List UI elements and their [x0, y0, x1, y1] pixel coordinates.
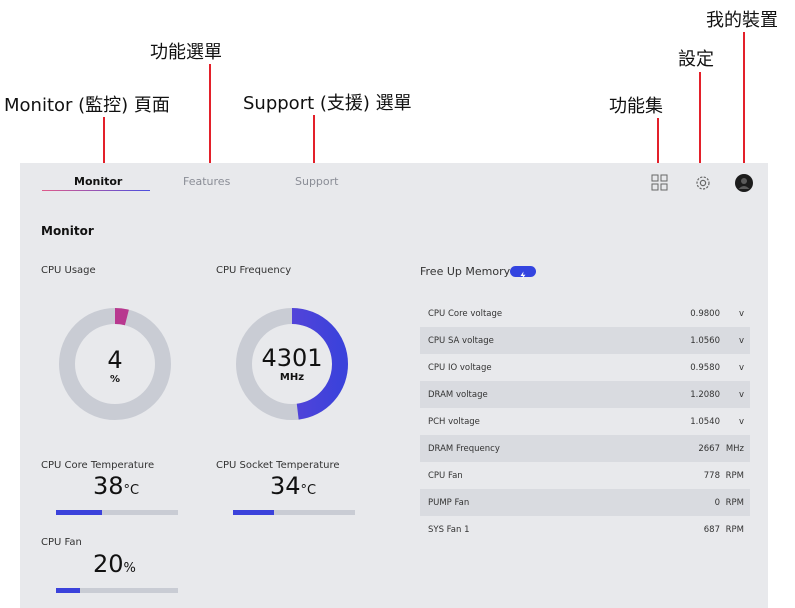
- reading-value: 0: [714, 498, 720, 508]
- cpu-fan-fill: [56, 588, 81, 593]
- reading-name: PCH voltage: [428, 417, 480, 427]
- reading-name: CPU Fan: [428, 471, 463, 481]
- cpu-socket-temp-value: 34°C: [270, 472, 317, 500]
- reading-unit: v: [738, 417, 744, 427]
- table-row: DRAM Frequency 2667 MHz: [420, 435, 750, 462]
- free-up-memory-label: Free Up Memory: [420, 265, 511, 278]
- callout-settings: 設定: [678, 49, 714, 70]
- cpu-socket-temp-fill: [233, 510, 275, 515]
- cpu-usage-gauge: 4 %: [57, 306, 173, 422]
- reading-name: CPU SA voltage: [428, 336, 494, 346]
- callout-monitor-page: Monitor (監控) 頁面: [4, 95, 170, 116]
- cpu-socket-temp-label: CPU Socket Temperature: [216, 460, 340, 471]
- cpu-core-temp-fill: [56, 510, 103, 515]
- reading-unit: RPM: [725, 471, 744, 481]
- tab-features[interactable]: Features: [183, 175, 230, 188]
- app-window: Monitor Features Support Monitor CPU Usa…: [20, 163, 768, 608]
- callout-my-device: 我的裝置: [706, 10, 778, 31]
- tab-monitor[interactable]: Monitor: [74, 175, 122, 188]
- reading-value: 0.9580: [690, 363, 720, 373]
- reading-name: SYS Fan 1: [428, 525, 470, 535]
- gear-icon[interactable]: [693, 173, 713, 193]
- cpu-frequency-label: CPU Frequency: [216, 265, 292, 276]
- reading-value: 2667: [698, 444, 720, 454]
- reading-unit: v: [738, 363, 744, 373]
- table-row: DRAM voltage 1.2080 v: [420, 381, 750, 408]
- reading-name: DRAM Frequency: [428, 444, 500, 454]
- reading-value: 0.9800: [690, 309, 720, 319]
- reading-value: 687: [703, 525, 720, 535]
- free-up-memory-button[interactable]: [510, 266, 536, 280]
- cpu-frequency-value: 4301: [261, 344, 323, 372]
- cpu-fan-unit: %: [123, 561, 136, 576]
- reading-name: DRAM voltage: [428, 390, 488, 400]
- table-row: SYS Fan 1 687 RPM: [420, 516, 750, 543]
- section-title: Monitor: [41, 224, 94, 238]
- cpu-fan-value: 20%: [93, 550, 136, 578]
- reading-unit: v: [738, 336, 744, 346]
- readings-table: CPU Core voltage 0.9800 v CPU SA voltage 1.…: [420, 300, 750, 543]
- reading-unit: v: [738, 390, 744, 400]
- table-row: PUMP Fan 0 RPM: [420, 489, 750, 516]
- callout-support-menu: Support (支援) 選單: [243, 93, 412, 114]
- cpu-frequency-gauge: 4301 MHz: [234, 306, 350, 422]
- cpu-core-temp-label: CPU Core Temperature: [41, 460, 155, 471]
- reading-value: 1.2080: [690, 390, 720, 400]
- callout-feature-set: 功能集: [609, 96, 663, 117]
- cpu-usage-unit: %: [109, 374, 121, 385]
- reading-value: 1.0540: [690, 417, 720, 427]
- avatar[interactable]: [734, 173, 754, 193]
- cpu-socket-temp-unit: °C: [300, 483, 317, 498]
- reading-value: 778: [703, 471, 720, 481]
- cpu-core-temp-bar: [56, 510, 178, 515]
- tab-bar: Monitor Features Support: [20, 163, 768, 201]
- grid-icon[interactable]: [650, 173, 670, 193]
- cpu-usage-label: CPU Usage: [41, 265, 96, 276]
- callout-line-features: [209, 64, 211, 174]
- table-row: CPU Fan 778 RPM: [420, 462, 750, 489]
- reading-unit: RPM: [725, 498, 744, 508]
- cpu-core-temp-value: 38°C: [93, 472, 140, 500]
- cpu-core-temp-unit: °C: [123, 483, 140, 498]
- bolt-icon: [520, 271, 526, 280]
- callout-features-menu: 功能選單: [150, 42, 222, 63]
- table-row: CPU Core voltage 0.9800 v: [420, 300, 750, 327]
- reading-unit: RPM: [725, 525, 744, 535]
- callout-line-settings: [699, 72, 701, 172]
- reading-name: CPU Core voltage: [428, 309, 503, 319]
- tab-support[interactable]: Support: [295, 175, 338, 188]
- cpu-fan-label: CPU Fan: [41, 537, 82, 548]
- table-row: CPU IO voltage 0.9580 v: [420, 354, 750, 381]
- reading-name: CPU IO voltage: [428, 363, 492, 373]
- reading-value: 1.0560: [690, 336, 720, 346]
- cpu-frequency-unit: MHz: [279, 372, 305, 383]
- table-row: PCH voltage 1.0540 v: [420, 408, 750, 435]
- callout-line-my-device: [743, 32, 745, 167]
- cpu-socket-temp-bar: [233, 510, 355, 515]
- cpu-fan-bar: [56, 588, 178, 593]
- tab-active-underline: [42, 190, 150, 191]
- table-row: CPU SA voltage 1.0560 v: [420, 327, 750, 354]
- cpu-usage-value: 4: [107, 346, 123, 374]
- reading-name: PUMP Fan: [428, 498, 470, 508]
- reading-unit: v: [738, 309, 744, 319]
- reading-unit: MHz: [725, 444, 744, 454]
